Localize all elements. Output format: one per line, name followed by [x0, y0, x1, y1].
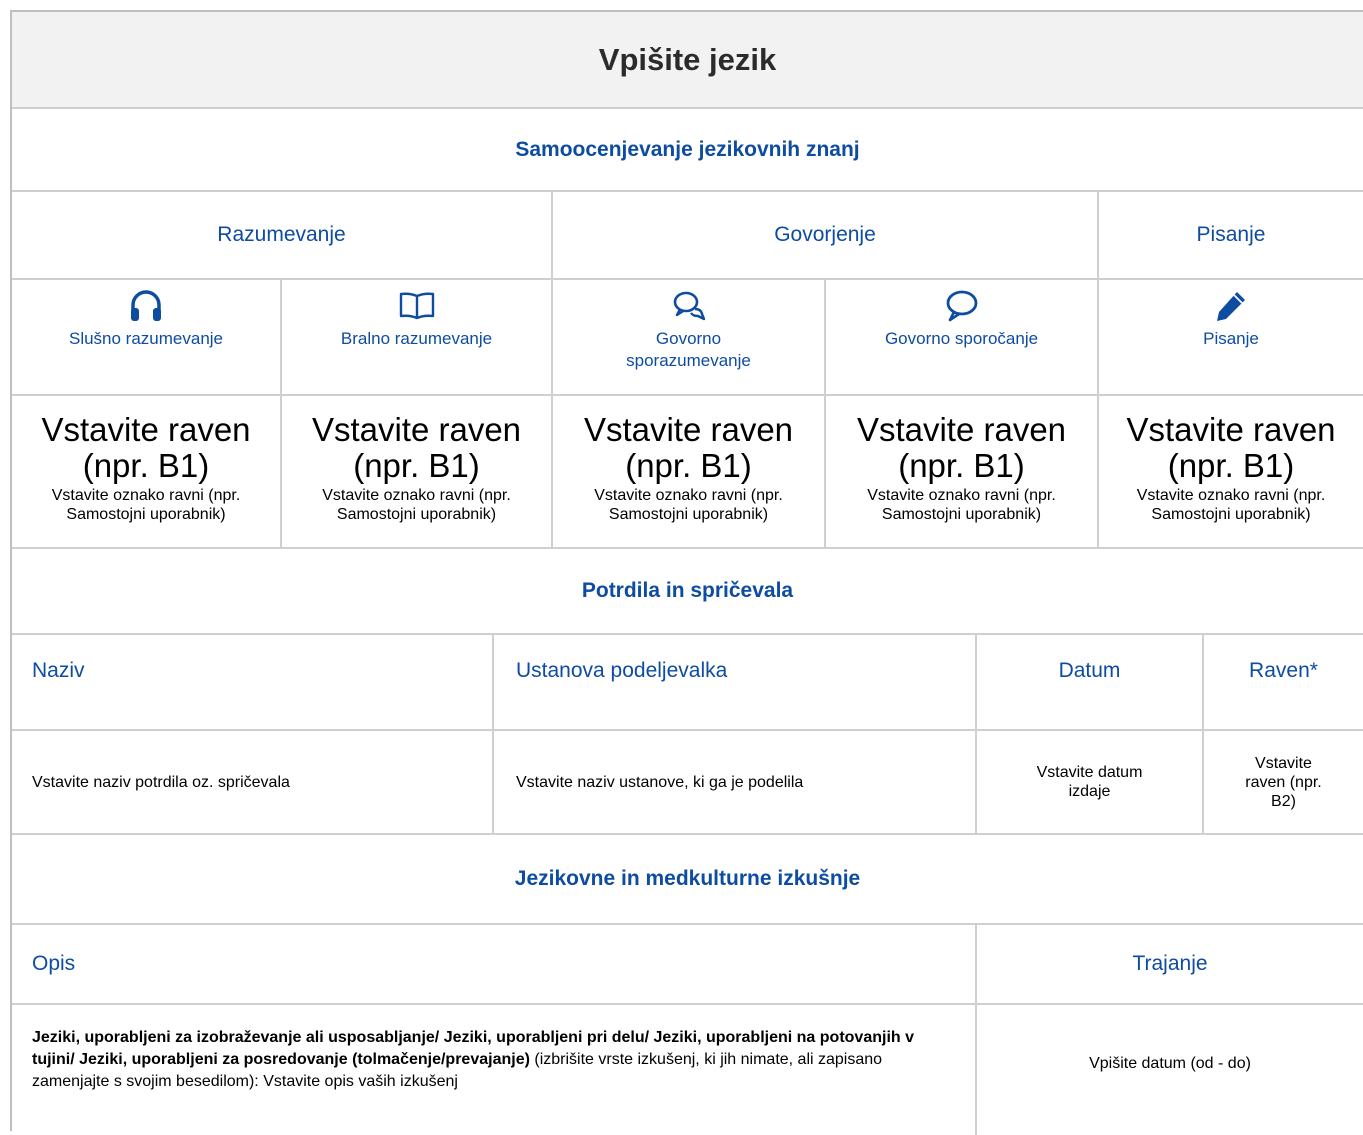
speech-bubble-icon	[946, 290, 977, 322]
level-description: Vstavite oznako ravni (npr. Samostojni u…	[1136, 487, 1326, 523]
skills-row: Slušno razumevanje Bralno razumevanje Go…	[12, 280, 1363, 396]
group-understanding: Razumevanje	[12, 192, 553, 278]
skill-label: Slušno razumevanje	[68, 329, 224, 348]
self-assessment-heading: Samoocenjevanje jezikovnih znanj	[515, 137, 860, 161]
skill-spoken-interaction: Govorno sporazumevanje	[553, 280, 826, 394]
certificates-heading: Potrdila in spričevala	[581, 579, 794, 602]
certificate-name-cell[interactable]: Vstavite naziv potrdila oz. spričevala	[12, 731, 494, 833]
level-value: Vstavite raven (npr. B1)	[1126, 411, 1336, 484]
certificate-level-cell[interactable]: Vstavite raven (npr. B2)	[1204, 731, 1363, 833]
certificates-columns-row: Naziv Ustanova podeljevalka Datum Raven*	[12, 635, 1363, 731]
level-cell-listening[interactable]: Vstavite raven (npr. B1) Vstavite oznako…	[12, 396, 282, 547]
skill-groups-row: Razumevanje Govorjenje Pisanje	[12, 192, 1363, 280]
experience-heading: Jezikovne in medkulturne izkušnje	[514, 867, 861, 890]
skill-listening: Slušno razumevanje	[12, 280, 282, 394]
skill-label: Govorno sporazumevanje	[626, 329, 751, 370]
levels-row: Vstavite raven (npr. B1) Vstavite oznako…	[12, 396, 1363, 549]
self-assessment-header-row: Samoocenjevanje jezikovnih znanj	[12, 109, 1363, 192]
level-cell-spoken-interaction[interactable]: Vstavite raven (npr. B1) Vstavite oznako…	[553, 396, 826, 547]
level-value: Vstavite raven (npr. B1)	[311, 411, 522, 484]
group-writing: Pisanje	[1196, 223, 1266, 246]
column-header-duration: Trajanje	[1132, 952, 1208, 975]
level-description: Vstavite oznako ravni (npr. Samostojni u…	[867, 487, 1056, 523]
certificate-institution-cell[interactable]: Vstavite naziv ustanove, ki ga je podeli…	[494, 731, 977, 833]
book-icon	[399, 292, 434, 320]
skill-reading: Bralno razumevanje	[282, 280, 553, 394]
level-description: Vstavite oznako ravni (npr. Samostojni u…	[594, 487, 783, 523]
level-cell-spoken-production[interactable]: Vstavite raven (npr. B1) Vstavite oznako…	[826, 396, 1099, 547]
level-value: Vstavite raven (npr. B1)	[856, 411, 1067, 484]
skill-label: Bralno razumevanje	[340, 329, 493, 348]
certificates-header-row: Potrdila in spričevala	[12, 549, 1363, 635]
experience-duration-cell[interactable]: Vpišite datum (od - do)	[977, 1005, 1363, 1122]
pencil-icon	[1217, 292, 1245, 321]
column-header-name: Naziv	[12, 635, 494, 729]
certificate-row: Vstavite naziv potrdila oz. spričevala V…	[12, 731, 1363, 835]
level-description: Vstavite oznako ravni (npr. Samostojni u…	[51, 487, 241, 523]
experience-columns-row: Opis Trajanje	[12, 925, 1363, 1005]
level-value: Vstavite raven (npr. B1)	[41, 411, 251, 484]
experience-description-cell[interactable]: Jeziki, uporabljeni za izobraževanje ali…	[12, 1005, 977, 1135]
level-cell-reading[interactable]: Vstavite raven (npr. B1) Vstavite oznako…	[282, 396, 553, 547]
column-header-date: Datum	[977, 635, 1204, 729]
column-header-level: Raven*	[1249, 659, 1318, 682]
skill-spoken-production: Govorno sporočanje	[826, 280, 1099, 394]
chat-bubbles-icon	[673, 291, 705, 321]
experience-row: Jeziki, uporabljeni za izobraževanje ali…	[12, 1005, 1363, 1135]
skill-label: Pisanje	[1203, 329, 1259, 348]
language-table: Vpišite jezik Samoocenjevanje jezikovnih…	[10, 10, 1363, 1135]
experience-header-row: Jezikovne in medkulturne izkušnje	[12, 835, 1363, 925]
certificate-date-cell[interactable]: Vstavite datum izdaje	[977, 731, 1204, 833]
skill-label: Govorno sporočanje	[884, 329, 1039, 348]
group-speaking: Govorjenje	[553, 192, 1099, 278]
column-header-description: Opis	[12, 925, 977, 1003]
level-description: Vstavite oznako ravni (npr. Samostojni u…	[322, 487, 511, 523]
title-row: Vpišite jezik	[12, 12, 1363, 109]
column-header-institution: Ustanova podeljevalka	[494, 635, 977, 729]
headphones-icon	[131, 290, 161, 321]
level-cell-writing[interactable]: Vstavite raven (npr. B1) Vstavite oznako…	[1099, 396, 1363, 547]
skill-writing: Pisanje	[1099, 280, 1363, 394]
page-title[interactable]: Vpišite jezik	[599, 42, 776, 78]
level-value: Vstavite raven (npr. B1)	[583, 411, 794, 484]
